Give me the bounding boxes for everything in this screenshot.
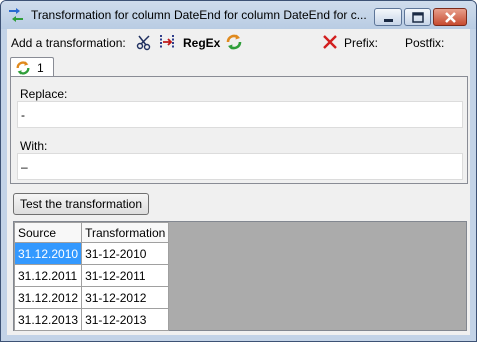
table-header-row: Source Transformation xyxy=(13,222,170,243)
transformation-cell[interactable]: 31-12-2010 xyxy=(81,242,170,265)
results-table: Source Transformation 31.12.2010 31-12-2… xyxy=(13,222,170,331)
transformation-cell[interactable]: 31-12-2011 xyxy=(81,264,170,287)
table-row[interactable]: 31.12.2013 31-12-2013 xyxy=(13,308,170,331)
scissors-icon[interactable] xyxy=(135,33,153,51)
column-header-source[interactable]: Source xyxy=(13,222,83,243)
tab-strip: 1 xyxy=(7,55,470,78)
transformation-cell[interactable]: 31-12-2012 xyxy=(81,286,170,309)
table-row[interactable]: 31.12.2011 31-12-2011 xyxy=(13,264,170,287)
close-icon xyxy=(445,12,456,23)
minimize-button[interactable] xyxy=(374,8,402,26)
refresh-arrows-icon xyxy=(15,60,31,76)
with-label: With: xyxy=(20,139,48,153)
replace-input[interactable] xyxy=(17,101,463,128)
window-title: Transformation for column DateEnd for co… xyxy=(31,8,367,22)
replace-label: Replace: xyxy=(20,87,68,101)
dialog-client-area: Add a transformation: RegEx Prefix: Post… xyxy=(7,29,470,335)
with-input[interactable] xyxy=(17,153,463,180)
transform-app-icon xyxy=(7,7,25,23)
title-bar[interactable]: Transformation for column DateEnd for co… xyxy=(1,1,476,29)
prefix-label: Prefix: xyxy=(344,36,379,50)
toolbar: Add a transformation: RegEx Prefix: Post… xyxy=(7,29,470,55)
refresh-arrows-icon[interactable] xyxy=(225,33,243,51)
regex-button[interactable]: RegEx xyxy=(183,36,220,50)
source-cell[interactable]: 31.12.2013 xyxy=(13,308,83,331)
maximize-button[interactable] xyxy=(404,8,431,26)
source-cell[interactable]: 31.12.2011 xyxy=(13,264,83,287)
postfix-input[interactable] xyxy=(455,34,469,50)
source-cell[interactable]: 31.12.2012 xyxy=(13,286,83,309)
dialog-window: Transformation for column DateEnd for co… xyxy=(0,0,477,342)
prefix-input[interactable] xyxy=(385,34,401,50)
minimize-icon xyxy=(384,19,393,22)
test-transformation-button[interactable]: Test the transformation xyxy=(13,193,149,215)
add-transformation-label: Add a transformation: xyxy=(11,36,126,50)
source-cell[interactable]: 31.12.2010 xyxy=(13,242,83,265)
results-grid[interactable]: Source Transformation 31.12.2010 31-12-2… xyxy=(13,221,467,331)
tab-label: 1 xyxy=(37,61,44,75)
maximize-icon xyxy=(412,12,424,23)
split-column-icon[interactable] xyxy=(158,33,176,51)
postfix-label: Postfix: xyxy=(405,36,445,50)
delete-x-icon[interactable] xyxy=(321,33,339,51)
table-row[interactable]: 31.12.2012 31-12-2012 xyxy=(13,286,170,309)
close-button[interactable] xyxy=(433,8,467,26)
column-header-transformation[interactable]: Transformation xyxy=(81,222,170,243)
transformation-cell[interactable]: 31-12-2013 xyxy=(81,308,170,331)
tab-panel: Replace: With: xyxy=(10,76,468,184)
tab-1[interactable]: 1 xyxy=(10,57,54,78)
table-row[interactable]: 31.12.2010 31-12-2010 xyxy=(13,242,170,265)
